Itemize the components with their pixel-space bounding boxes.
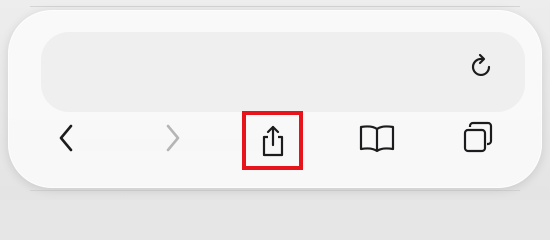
back-button[interactable] — [48, 120, 84, 156]
bookmarks-button[interactable] — [356, 120, 398, 156]
reload-button[interactable] — [466, 50, 498, 82]
tabs-icon — [463, 121, 493, 153]
chevron-left-icon — [59, 124, 73, 152]
tabs-button[interactable] — [458, 118, 498, 158]
chevron-right-icon — [166, 124, 180, 152]
background-divider — [30, 6, 520, 7]
forward-button[interactable] — [155, 120, 191, 156]
share-icon — [262, 125, 283, 156]
background-divider — [30, 190, 520, 191]
book-icon — [359, 125, 395, 153]
reload-icon — [471, 53, 491, 76]
address-bar[interactable] — [41, 32, 525, 112]
share-button[interactable] — [242, 111, 303, 170]
